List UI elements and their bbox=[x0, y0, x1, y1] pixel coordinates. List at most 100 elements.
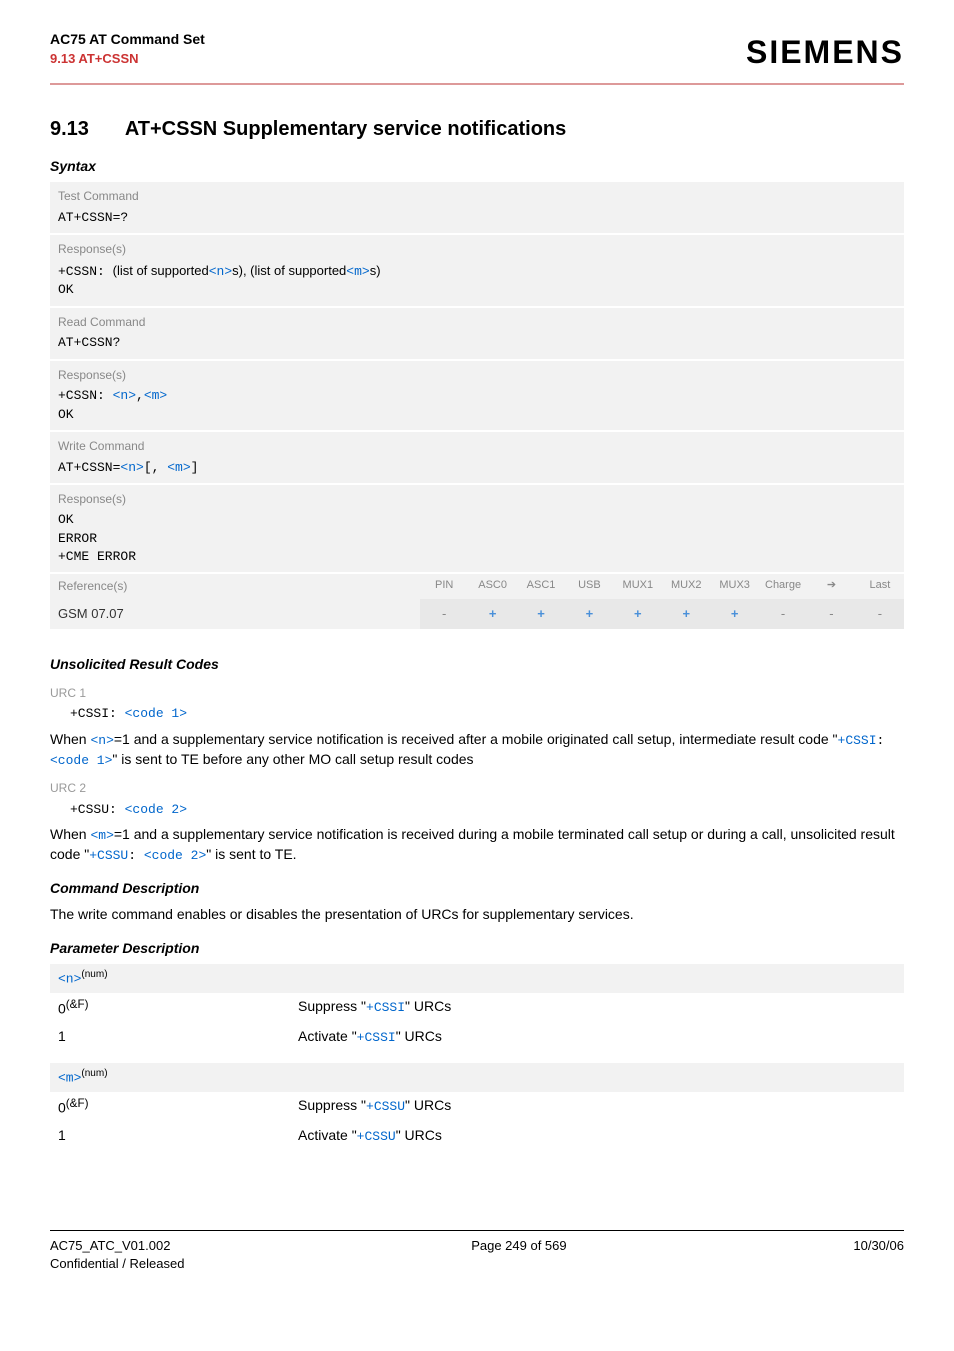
param-n-r0-key: 0(&F) bbox=[58, 997, 298, 1019]
footer-left1: AC75_ATC_V01.002 bbox=[50, 1237, 184, 1255]
write-cmd-bo: [, bbox=[144, 460, 167, 475]
syntax-heading: Syntax bbox=[50, 157, 904, 177]
ref-col-charge: Charge bbox=[759, 574, 807, 599]
write-cmd-bc: ] bbox=[191, 460, 199, 475]
param-m-r0-ksup: (&F) bbox=[66, 1097, 89, 1110]
test-command-label: Test Command bbox=[58, 188, 896, 205]
test-resp-text1: (list of supported bbox=[113, 263, 209, 278]
param-m-r0-pre: Suppress " bbox=[298, 1097, 366, 1113]
header-left: AC75 AT Command Set 9.13 AT+CSSN bbox=[50, 30, 205, 68]
read-response-block: Response(s) +CSSN: <n>,<m> OK bbox=[50, 361, 904, 430]
param-n-r1-key: 1 bbox=[58, 1027, 298, 1047]
write-resp-cme: +CME ERROR bbox=[58, 548, 896, 566]
param-n-r0-ksup: (&F) bbox=[66, 998, 89, 1011]
read-resp-ok: OK bbox=[58, 406, 896, 424]
param-n-head: <n>(num) bbox=[50, 964, 904, 993]
write-cmd-n[interactable]: <n> bbox=[120, 460, 143, 475]
read-resp-n[interactable]: <n> bbox=[113, 388, 136, 403]
test-response-label: Response(s) bbox=[58, 241, 896, 258]
urc1-b3: : bbox=[877, 733, 885, 748]
param-n-r1-val: Activate "+CSSI" URCs bbox=[298, 1027, 896, 1047]
urc1-code-link[interactable]: <code 1> bbox=[125, 706, 187, 721]
reference-value: GSM 07.07 bbox=[50, 599, 420, 629]
urc2-code-prefix: +CSSU: bbox=[70, 802, 125, 817]
test-resp-link-m[interactable]: <m> bbox=[346, 264, 369, 279]
param-n-r1-pre: Activate " bbox=[298, 1028, 357, 1044]
ref-col-last: Last bbox=[856, 574, 904, 599]
param-n-r0-link[interactable]: +CSSI bbox=[366, 1000, 405, 1015]
read-command-block: Read Command AT+CSSN? bbox=[50, 308, 904, 359]
urc2-label: URC 2 bbox=[50, 780, 904, 797]
read-resp-m[interactable]: <m> bbox=[144, 388, 167, 403]
urc1-body: When <n>=1 and a supplementary service n… bbox=[50, 730, 904, 770]
write-command-label: Write Command bbox=[58, 438, 896, 455]
ref-col-asc1: ASC1 bbox=[517, 574, 565, 599]
param-m-head-link[interactable]: <m> bbox=[58, 1070, 81, 1085]
test-resp-prefix: +CSSN: bbox=[58, 264, 113, 279]
ref-val-mux3: + bbox=[710, 599, 758, 629]
read-resp-prefix: +CSSN: bbox=[58, 388, 113, 403]
write-command-line: AT+CSSN=<n>[, <m>] bbox=[58, 459, 896, 477]
test-resp-ok: OK bbox=[58, 281, 896, 299]
urc1-link-cssi[interactable]: +CSSI bbox=[838, 733, 877, 748]
footer-left: AC75_ATC_V01.002 Confidential / Released bbox=[50, 1237, 184, 1273]
ref-col-mux2: MUX2 bbox=[662, 574, 710, 599]
param-desc-heading: Parameter Description bbox=[50, 939, 904, 959]
param-n-head-link[interactable]: <n> bbox=[58, 971, 81, 986]
reference-body-row: GSM 07.07 - + + + + + + - - - bbox=[50, 599, 904, 629]
urc1-b4: " is sent to TE before any other MO call… bbox=[112, 751, 473, 767]
param-n-r0-post: " URCs bbox=[405, 998, 451, 1014]
ref-col-pin: PIN bbox=[420, 574, 468, 599]
ref-val-mux2: + bbox=[662, 599, 710, 629]
reference-col-headers: PIN ASC0 ASC1 USB MUX1 MUX2 MUX3 Charge … bbox=[420, 574, 904, 599]
param-m-r0-k: 0 bbox=[58, 1099, 66, 1115]
param-m-r0-post: " URCs bbox=[405, 1097, 451, 1113]
brand-logo: SIEMENS bbox=[746, 30, 904, 75]
urc1-code: +CSSI: <code 1> bbox=[70, 705, 904, 723]
param-n-head-sup: (num) bbox=[81, 969, 107, 980]
urc1-b1: When bbox=[50, 731, 90, 747]
urc1-link-code1[interactable]: <code 1> bbox=[50, 753, 112, 768]
ref-col-asc0: ASC0 bbox=[468, 574, 516, 599]
footer-left2: Confidential / Released bbox=[50, 1255, 184, 1273]
urc2-code: +CSSU: <code 2> bbox=[70, 801, 904, 819]
urc2-b3: : bbox=[128, 848, 144, 863]
test-resp-text2: s), (list of supported bbox=[232, 263, 346, 278]
section-title-text: AT+CSSN Supplementary service notificati… bbox=[125, 118, 566, 140]
ref-val-usb: + bbox=[565, 599, 613, 629]
ref-val-asc1: + bbox=[517, 599, 565, 629]
test-response-block: Response(s) +CSSN: (list of supported<n>… bbox=[50, 235, 904, 305]
urc2-link-code2[interactable]: <code 2> bbox=[144, 848, 206, 863]
ref-col-usb: USB bbox=[565, 574, 613, 599]
write-response-label: Response(s) bbox=[58, 491, 896, 508]
write-cmd-prefix: AT+CSSN= bbox=[58, 460, 120, 475]
write-cmd-m[interactable]: <m> bbox=[167, 460, 190, 475]
urc1-code-prefix: +CSSI: bbox=[70, 706, 125, 721]
write-resp-err: ERROR bbox=[58, 530, 896, 548]
cmd-desc-body: The write command enables or disables th… bbox=[50, 905, 904, 925]
urc2-b4: " is sent to TE. bbox=[206, 846, 296, 862]
reference-values: - + + + + + + - - - bbox=[420, 599, 904, 629]
urc-heading: Unsolicited Result Codes bbox=[50, 655, 904, 675]
ref-val-asc0: + bbox=[468, 599, 516, 629]
urc2-link-cssu[interactable]: +CSSU bbox=[89, 848, 128, 863]
param-m-r1-post: " URCs bbox=[396, 1127, 442, 1143]
param-m-r0-link[interactable]: +CSSU bbox=[366, 1099, 405, 1114]
urc2-link-m[interactable]: <m> bbox=[90, 828, 113, 843]
param-m-head-sup: (num) bbox=[81, 1068, 107, 1079]
param-n-r0-pre: Suppress " bbox=[298, 998, 366, 1014]
read-resp-comma: , bbox=[136, 388, 144, 403]
param-m-r0-key: 0(&F) bbox=[58, 1096, 298, 1118]
param-m-r1-key: 1 bbox=[58, 1126, 298, 1146]
param-n-r1-link[interactable]: +CSSI bbox=[357, 1030, 396, 1045]
page-header: AC75 AT Command Set 9.13 AT+CSSN SIEMENS bbox=[50, 30, 904, 85]
urc2-code-link[interactable]: <code 2> bbox=[125, 802, 187, 817]
param-n-r1-post: " URCs bbox=[396, 1028, 442, 1044]
test-command-block: Test Command AT+CSSN=? bbox=[50, 182, 904, 233]
param-m-head: <m>(num) bbox=[50, 1063, 904, 1092]
param-m-r1-link[interactable]: +CSSU bbox=[357, 1129, 396, 1144]
urc1-link-n[interactable]: <n> bbox=[90, 733, 113, 748]
test-response-line: +CSSN: (list of supported<n>s), (list of… bbox=[58, 262, 896, 281]
section-number: 9.13 bbox=[50, 115, 120, 143]
test-resp-link-n[interactable]: <n> bbox=[209, 264, 232, 279]
